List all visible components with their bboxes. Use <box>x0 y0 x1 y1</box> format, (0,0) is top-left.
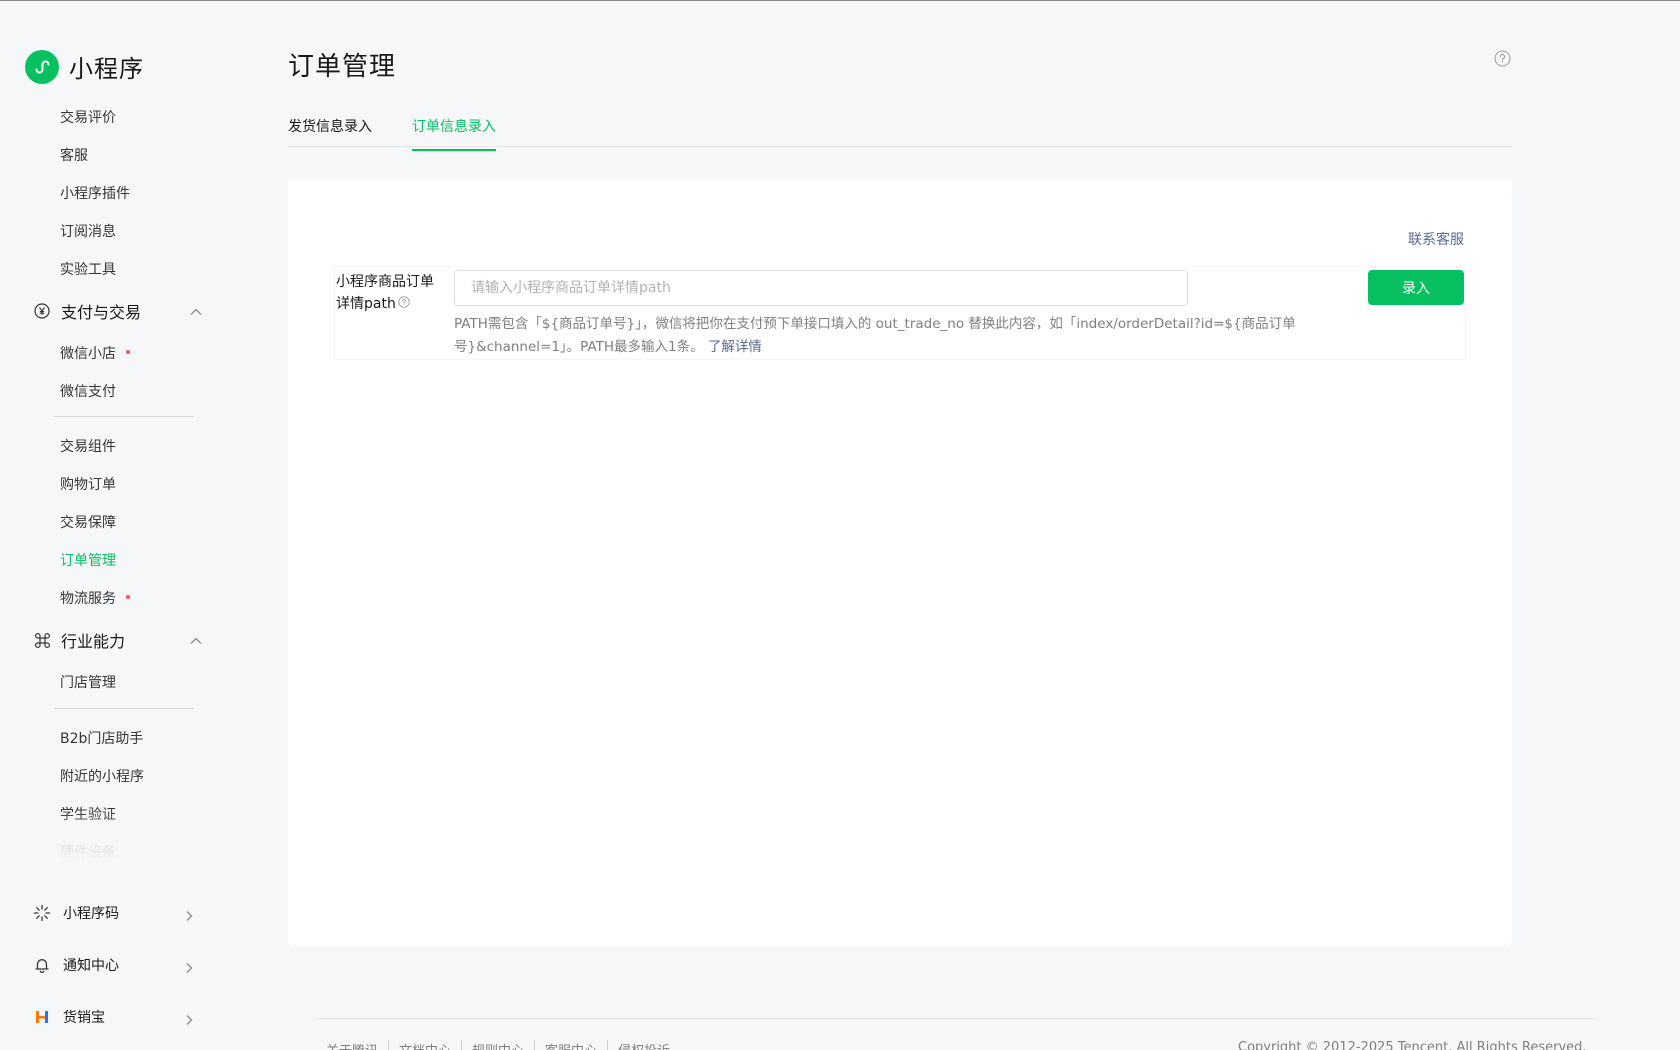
sidebar-item-label: 小程序码 <box>63 906 119 922</box>
chevron-right-icon <box>183 907 195 921</box>
path-field-label: 小程序商品订单详情path <box>336 271 440 315</box>
sidebar-item-customer-service[interactable]: 客服 <box>60 145 88 165</box>
sidebar-item-huoxiaobao[interactable]: 货销宝 <box>33 1007 195 1027</box>
help-icon[interactable] <box>398 293 410 315</box>
footer-divider <box>316 1018 1596 1019</box>
tab-bar: 发货信息录入 订单信息录入 <box>288 110 1512 151</box>
footer-link-service[interactable]: 客服中心 <box>534 1040 607 1050</box>
sidebar-item-trade-guarantee[interactable]: 交易保障 <box>60 512 116 532</box>
command-icon <box>33 631 51 649</box>
sidebar-divider <box>54 708 194 709</box>
sidebar-item-nearby-miniprograms[interactable]: 附近的小程序 <box>60 766 144 786</box>
chevron-right-icon <box>183 959 195 973</box>
sidebar-item-logistics[interactable]: 物流服务 <box>60 588 130 608</box>
order-detail-path-input[interactable] <box>454 270 1188 306</box>
contact-service-link[interactable]: 联系客服 <box>1408 229 1464 249</box>
tab-shipping-info-entry[interactable]: 发货信息录入 <box>288 116 372 149</box>
footer-link-docs[interactable]: 文档中心 <box>388 1040 461 1050</box>
sidebar-item-wechat-pay[interactable]: 微信支付 <box>60 381 116 401</box>
brand-name: 小程序 <box>69 55 144 83</box>
help-icon[interactable] <box>1494 50 1511 67</box>
page-title: 订单管理 <box>288 52 397 82</box>
window-top-border <box>0 0 1680 1</box>
sidebar-group-label: 行业能力 <box>61 632 126 651</box>
copyright: Copyright © 2012-2025 Tencent. All Right… <box>1238 1040 1587 1050</box>
scroll-fade-overlay <box>0 810 232 862</box>
path-hint: PATH需包含「${商品订单号}」，微信将把你在支付预下单接口填入的 out_t… <box>454 313 1314 359</box>
sidebar-divider <box>54 416 194 417</box>
sidebar-item-notification-center[interactable]: 通知中心 <box>33 955 195 975</box>
bell-icon <box>33 956 51 974</box>
sidebar-item-store-management[interactable]: 门店管理 <box>60 672 116 692</box>
sidebar-item-wechat-store[interactable]: 微信小店 <box>60 343 130 363</box>
sidebar-item-label: 物流服务 <box>60 591 116 607</box>
sidebar-group-industry[interactable]: 行业能力 <box>33 628 203 652</box>
sidebar-item-subscribe-messages[interactable]: 订阅消息 <box>60 221 116 241</box>
path-hint-text: PATH需包含「${商品订单号}」，微信将把你在支付预下单接口填入的 out_t… <box>454 316 1296 355</box>
miniprogram-logo-icon <box>25 49 59 84</box>
sidebar-item-student-verification[interactable]: 学生验证 <box>60 804 116 824</box>
brand[interactable]: 小程序 <box>25 49 144 84</box>
sidebar-item-experiment-tools[interactable]: 实验工具 <box>60 259 116 279</box>
sidebar-group-label: 支付与交易 <box>61 303 142 322</box>
yen-circle-icon <box>33 302 51 320</box>
footer-links: 关于腾讯 文档中心 规则中心 客服中心 侵权投诉 <box>326 1040 680 1050</box>
sidebar-item-label: 货销宝 <box>63 1010 105 1026</box>
sidebar-item-miniprogram-code[interactable]: 小程序码 <box>33 903 195 923</box>
sidebar-item-order-management[interactable]: 订单管理 <box>60 550 116 570</box>
sidebar-group-payment[interactable]: 支付与交易 <box>33 299 203 323</box>
sidebar: 小程序 交易评价 客服 小程序插件 订阅消息 实验工具 支付与交易 微信小店 微… <box>0 0 232 1050</box>
sidebar-item-b2b-store-assistant[interactable]: B2b门店助手 <box>60 728 143 748</box>
sidebar-item-trade-review[interactable]: 交易评价 <box>60 107 116 127</box>
submit-button[interactable]: 录入 <box>1368 270 1464 305</box>
chevron-right-icon <box>183 1011 195 1025</box>
sidebar-item-hardware[interactable]: 硬件设备 <box>60 842 116 862</box>
chevron-up-icon <box>189 304 203 318</box>
tab-order-info-entry[interactable]: 订单信息录入 <box>412 116 496 151</box>
sidebar-item-shopping-orders[interactable]: 购物订单 <box>60 474 116 494</box>
sidebar-item-label: 通知中心 <box>63 958 119 974</box>
qrcode-burst-icon <box>33 904 51 922</box>
sidebar-item-trade-component[interactable]: 交易组件 <box>60 436 116 456</box>
huoxiaobao-logo-icon <box>33 1008 51 1026</box>
sidebar-item-plugins[interactable]: 小程序插件 <box>60 183 130 203</box>
footer-link-rules[interactable]: 规则中心 <box>461 1040 534 1050</box>
footer-link-infringement[interactable]: 侵权投诉 <box>607 1040 680 1050</box>
sidebar-item-label: 微信小店 <box>60 346 116 362</box>
path-field-label-text: 小程序商品订单详情path <box>336 274 434 312</box>
chevron-up-icon <box>189 633 203 647</box>
notification-dot <box>126 350 130 354</box>
learn-more-link[interactable]: 了解详情 <box>708 339 762 355</box>
notification-dot <box>126 595 130 599</box>
footer-link-about-tencent[interactable]: 关于腾讯 <box>326 1040 388 1050</box>
